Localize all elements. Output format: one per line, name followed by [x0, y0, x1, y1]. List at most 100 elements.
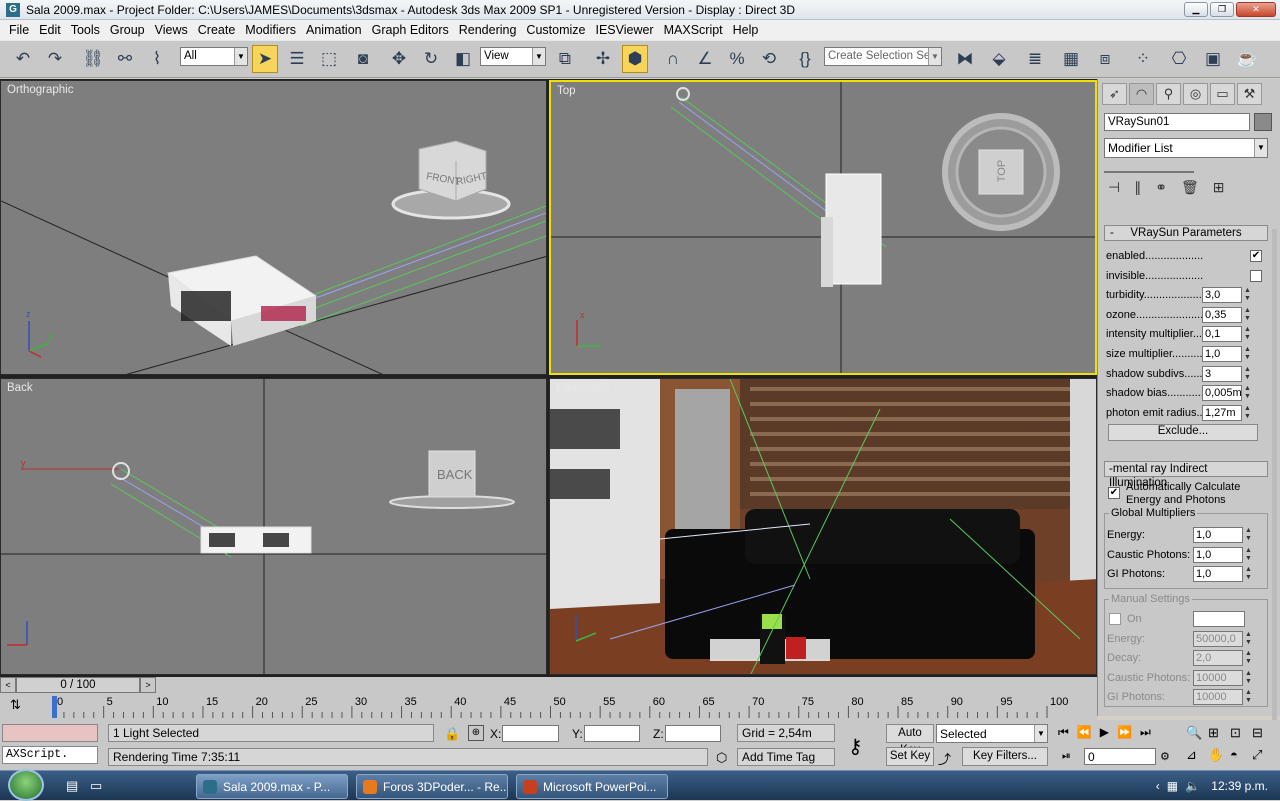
viewport-label-orthographic[interactable]: Orthographic — [7, 84, 73, 96]
default-tangent-icon[interactable]: ⤴ — [938, 749, 951, 768]
command-panel-scrollbar[interactable] — [1272, 229, 1277, 789]
lock-selection-icon[interactable]: 🔒 — [444, 726, 460, 742]
global-caustic-photons-field[interactable]: 1,0 — [1193, 546, 1243, 563]
zoom-icon[interactable]: 🔍 — [1186, 725, 1208, 741]
manual-caustic-spinner[interactable]: ▲ ▼ — [1245, 670, 1253, 686]
pan-icon[interactable]: ✋ — [1208, 747, 1230, 763]
select-by-name-icon[interactable]: ☰ — [284, 45, 310, 73]
menu-help[interactable]: Help — [728, 23, 764, 37]
viewport-top[interactable]: Top TOP x — [549, 80, 1097, 375]
viewport-orthographic[interactable]: Orthographic FRONT RIGHT z y — [0, 80, 547, 375]
intensity-spinner[interactable]: ▲ ▼ — [1244, 326, 1252, 342]
named-selection-dropdown[interactable]: Create Selection Set ▼ — [824, 47, 942, 66]
photon-radius-spinner[interactable]: ▲ ▼ — [1244, 405, 1252, 421]
maxscript-listener-pink[interactable] — [2, 724, 98, 742]
global-energy-spinner[interactable]: ▲ ▼ — [1245, 527, 1253, 543]
absolute-mode-icon[interactable]: ⊕ — [468, 725, 484, 741]
taskbar-item-powerpoint[interactable]: Microsoft PowerPoi... — [516, 774, 668, 799]
rectangular-selection-icon[interactable]: ⬚ — [316, 45, 342, 73]
photon-emit-radius-field[interactable]: 1,27m — [1202, 404, 1242, 421]
time-slider[interactable]: 0 / 100 — [16, 677, 140, 693]
manual-on-checkbox[interactable] — [1109, 613, 1121, 625]
key-filters-button[interactable]: Key Filters... — [962, 747, 1048, 766]
global-energy-field[interactable]: 1,0 — [1193, 527, 1243, 543]
minimize-button[interactable]: ▁ — [1184, 2, 1208, 17]
shadow-subdivs-field[interactable]: 3 — [1202, 365, 1242, 382]
menu-tools[interactable]: Tools — [66, 23, 105, 37]
modifier-list-dropdown[interactable]: Modifier List ▼ — [1104, 138, 1268, 158]
global-gi-photons-field[interactable]: 1,0 — [1193, 566, 1243, 583]
volume-icon[interactable]: 🔈 — [1185, 779, 1200, 793]
auto-key-button[interactable]: Auto Key — [886, 724, 934, 756]
manual-gi-spinner[interactable]: ▲ ▼ — [1245, 689, 1253, 705]
manual-decay-field[interactable]: 2,0 — [1193, 650, 1243, 667]
hierarchy-tab-icon[interactable]: ⚲ — [1156, 83, 1181, 105]
rotate-icon[interactable]: ↻ — [418, 45, 444, 73]
y-coordinate-field[interactable] — [584, 725, 640, 742]
current-frame-marker[interactable] — [52, 696, 57, 718]
curve-editor-icon[interactable]: ▦ — [1058, 45, 1084, 73]
go-to-end-icon[interactable]: ⏭ — [1140, 725, 1151, 740]
time-next-arrow[interactable]: > — [140, 677, 156, 693]
size-multiplier-field[interactable]: 1,0 — [1202, 345, 1242, 362]
render-setup-icon[interactable]: ⎔ — [1166, 45, 1192, 73]
reference-coord-dropdown[interactable]: View ▼ — [480, 47, 546, 66]
maximize-viewport-icon[interactable]: ⤢ — [1252, 747, 1274, 763]
rendered-frame-window-icon[interactable]: ▣ — [1200, 45, 1226, 73]
menu-views[interactable]: Views — [150, 23, 193, 37]
percent-snap-icon[interactable]: % — [724, 45, 750, 73]
clock[interactable]: 12:39 p.m. — [1211, 779, 1268, 793]
set-key-button[interactable]: Set Key — [886, 747, 934, 766]
z-coordinate-field[interactable] — [665, 725, 721, 742]
unlink-icon[interactable]: ⚯ — [112, 45, 138, 73]
manual-caustic-photons-field[interactable]: 10000 — [1193, 669, 1243, 686]
viewcube-top-label[interactable]: TOP — [996, 160, 1008, 182]
time-configuration-icon[interactable]: ⚙ — [1160, 750, 1170, 763]
window-crossing-icon[interactable]: ◙ — [350, 45, 376, 73]
keyboard-shortcut-override-icon[interactable]: ⬢ — [622, 45, 648, 73]
selection-filter-dropdown[interactable]: All ▼ — [180, 47, 248, 66]
viewport-label-camera02[interactable]: Camera02 — [556, 382, 610, 394]
global-caustic-spinner[interactable]: ▲ ▼ — [1245, 547, 1253, 563]
global-gi-spinner[interactable]: ▲ ▼ — [1245, 566, 1253, 582]
scale-icon[interactable]: ◧ — [450, 45, 476, 73]
show-desktop-icon[interactable]: ▤ — [66, 778, 78, 794]
bind-space-warp-icon[interactable]: ⌇ — [144, 45, 170, 73]
pivot-center-icon[interactable]: ⧉ — [552, 45, 578, 73]
modifier-stack[interactable] — [1104, 167, 1194, 173]
spinner-snap-icon[interactable]: ⟲ — [756, 45, 782, 73]
zoom-extents-all-icon[interactable]: ⊟ — [1252, 725, 1274, 741]
zoom-all-icon[interactable]: ⊞ — [1208, 725, 1230, 741]
shadow-bias-spinner[interactable]: ▲ ▼ — [1244, 385, 1252, 401]
add-time-tag-button[interactable]: Add Time Tag — [737, 748, 835, 766]
shadow-subdivs-spinner[interactable]: ▲ ▼ — [1244, 366, 1252, 382]
menu-rendering[interactable]: Rendering — [454, 23, 522, 37]
go-to-start-icon[interactable]: ⏮ — [1058, 725, 1069, 740]
set-key-icon[interactable]: ⚷ — [848, 734, 863, 759]
shadow-bias-field[interactable]: 0,005m — [1202, 385, 1242, 402]
turbidity-spinner[interactable]: ▲ ▼ — [1244, 287, 1252, 303]
schematic-view-icon[interactable]: ⧈ — [1092, 45, 1118, 73]
auto-calculate-checkbox[interactable]: ✔ — [1108, 487, 1120, 499]
ozone-spinner[interactable]: ▲ ▼ — [1244, 307, 1252, 323]
x-coordinate-field[interactable] — [502, 725, 559, 742]
viewcube-back-label[interactable]: BACK — [437, 467, 472, 482]
mental-ray-rollout-header[interactable]: -mental ray Indirect Illumination — [1104, 461, 1268, 489]
exclude-button[interactable]: Exclude... — [1108, 424, 1258, 442]
material-editor-icon[interactable]: ⁘ — [1130, 45, 1156, 73]
taskbar-item-browser[interactable]: Foros 3DPoder... - Re... — [356, 774, 508, 799]
menu-modifiers[interactable]: Modifiers — [240, 23, 301, 37]
size-spinner[interactable]: ▲ ▼ — [1244, 346, 1252, 362]
manual-color-swatch[interactable] — [1193, 611, 1245, 627]
ozone-field[interactable]: 0,35 — [1202, 306, 1242, 323]
angle-snap-icon[interactable]: ∠ — [692, 45, 718, 73]
select-object-icon[interactable]: ➤ — [252, 45, 278, 73]
snaps-toggle-icon[interactable]: ∩ — [660, 45, 686, 73]
pin-stack-icon[interactable]: ⊣ — [1108, 179, 1120, 196]
key-mode-dropdown[interactable]: Selected ▼ — [936, 724, 1048, 743]
next-frame-icon[interactable]: ⏩ — [1117, 725, 1132, 740]
make-unique-icon[interactable]: ⚭ — [1155, 179, 1167, 196]
track-bar[interactable]: ⇅ 0 5 10 15 20 25 30 35 40 45 50 55 60 65 70 75 80 85 90 95… — [0, 694, 1097, 720]
menu-edit[interactable]: Edit — [34, 23, 66, 37]
viewport-label-top[interactable]: Top — [557, 85, 576, 97]
